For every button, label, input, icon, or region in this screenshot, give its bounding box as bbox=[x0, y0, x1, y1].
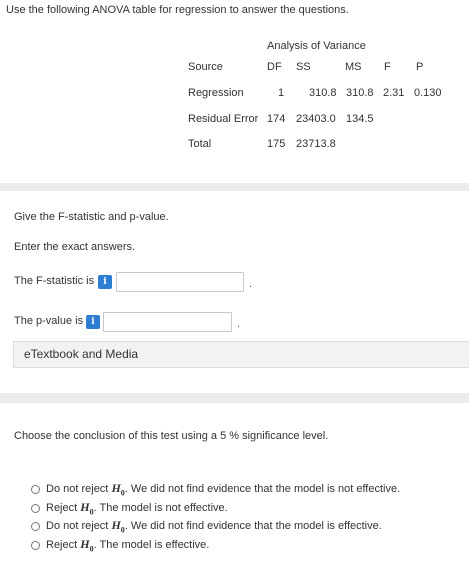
option-suffix: . We did not find evidence that the mode… bbox=[124, 483, 401, 496]
radio-button[interactable] bbox=[31, 503, 40, 513]
anova-header-ss: SS bbox=[296, 61, 311, 73]
hypothesis-symbol: H0 bbox=[80, 500, 94, 517]
anova-cell: 310.8 bbox=[346, 87, 374, 99]
anova-cell: 174 bbox=[267, 113, 286, 125]
anova-cell: Total bbox=[188, 138, 212, 150]
conclusion-option[interactable]: Do not reject H0. We did not find eviden… bbox=[31, 518, 382, 534]
f-statistic-label: The F-statistic is bbox=[14, 275, 95, 287]
anova-cell: 310.8 bbox=[309, 87, 337, 99]
question1-prompt: Give the F-statistic and p-value. bbox=[14, 211, 169, 223]
question2-prompt: Choose the conclusion of this test using… bbox=[14, 430, 329, 442]
option-prefix: Reject bbox=[46, 502, 78, 515]
info-icon[interactable]: i bbox=[86, 315, 100, 329]
anova-header-p: P bbox=[416, 61, 424, 73]
anova-cell: 23713.8 bbox=[296, 138, 336, 150]
info-icon[interactable]: i bbox=[98, 275, 112, 289]
anova-cell: 134.5 bbox=[346, 113, 374, 125]
anova-header-df: DF bbox=[267, 61, 282, 73]
option-suffix: . We did not find evidence that the mode… bbox=[124, 520, 382, 533]
anova-header-source: Source bbox=[188, 61, 223, 73]
option-suffix: . The model is not effective. bbox=[93, 502, 228, 515]
anova-cell: Residual Error bbox=[188, 113, 259, 125]
option-prefix: Do not reject bbox=[46, 520, 109, 533]
anova-title: Analysis of Variance bbox=[267, 40, 366, 52]
anova-cell: Regression bbox=[188, 87, 244, 99]
conclusion-option[interactable]: Reject H0. The model is effective. bbox=[31, 537, 209, 553]
anova-cell: 1 bbox=[278, 87, 285, 99]
hypothesis-symbol: H0 bbox=[80, 537, 94, 554]
p-value-label: The p-value is bbox=[14, 315, 84, 327]
anova-header-ms: MS bbox=[345, 61, 362, 73]
p-value-input[interactable] bbox=[103, 312, 232, 332]
anova-cell: 175 bbox=[267, 138, 286, 150]
radio-button[interactable] bbox=[31, 521, 40, 531]
trailing-period: . bbox=[249, 278, 253, 290]
f-statistic-input[interactable] bbox=[116, 272, 244, 292]
anova-cell: 2.31 bbox=[383, 87, 405, 99]
etextbook-media-panel[interactable]: eTextbook and Media bbox=[13, 341, 469, 368]
question1-instruction: Enter the exact answers. bbox=[14, 241, 136, 253]
trailing-period: . bbox=[237, 318, 241, 330]
option-prefix: Reject bbox=[46, 539, 78, 552]
hypothesis-symbol: H0 bbox=[111, 481, 125, 498]
hypothesis-symbol: H0 bbox=[111, 518, 125, 535]
anova-cell: 23403.0 bbox=[296, 113, 336, 125]
option-suffix: . The model is effective. bbox=[93, 539, 210, 552]
intro-text: Use the following ANOVA table for regres… bbox=[6, 4, 349, 16]
anova-cell: 0.130 bbox=[414, 87, 442, 99]
anova-header-f: F bbox=[384, 61, 391, 73]
conclusion-option[interactable]: Reject H0. The model is not effective. bbox=[31, 500, 228, 516]
section-divider bbox=[0, 183, 469, 191]
section-divider bbox=[0, 393, 469, 403]
option-prefix: Do not reject bbox=[46, 483, 109, 496]
radio-button[interactable] bbox=[31, 484, 40, 494]
radio-button[interactable] bbox=[31, 540, 40, 550]
conclusion-option[interactable]: Do not reject H0. We did not find eviden… bbox=[31, 481, 400, 497]
